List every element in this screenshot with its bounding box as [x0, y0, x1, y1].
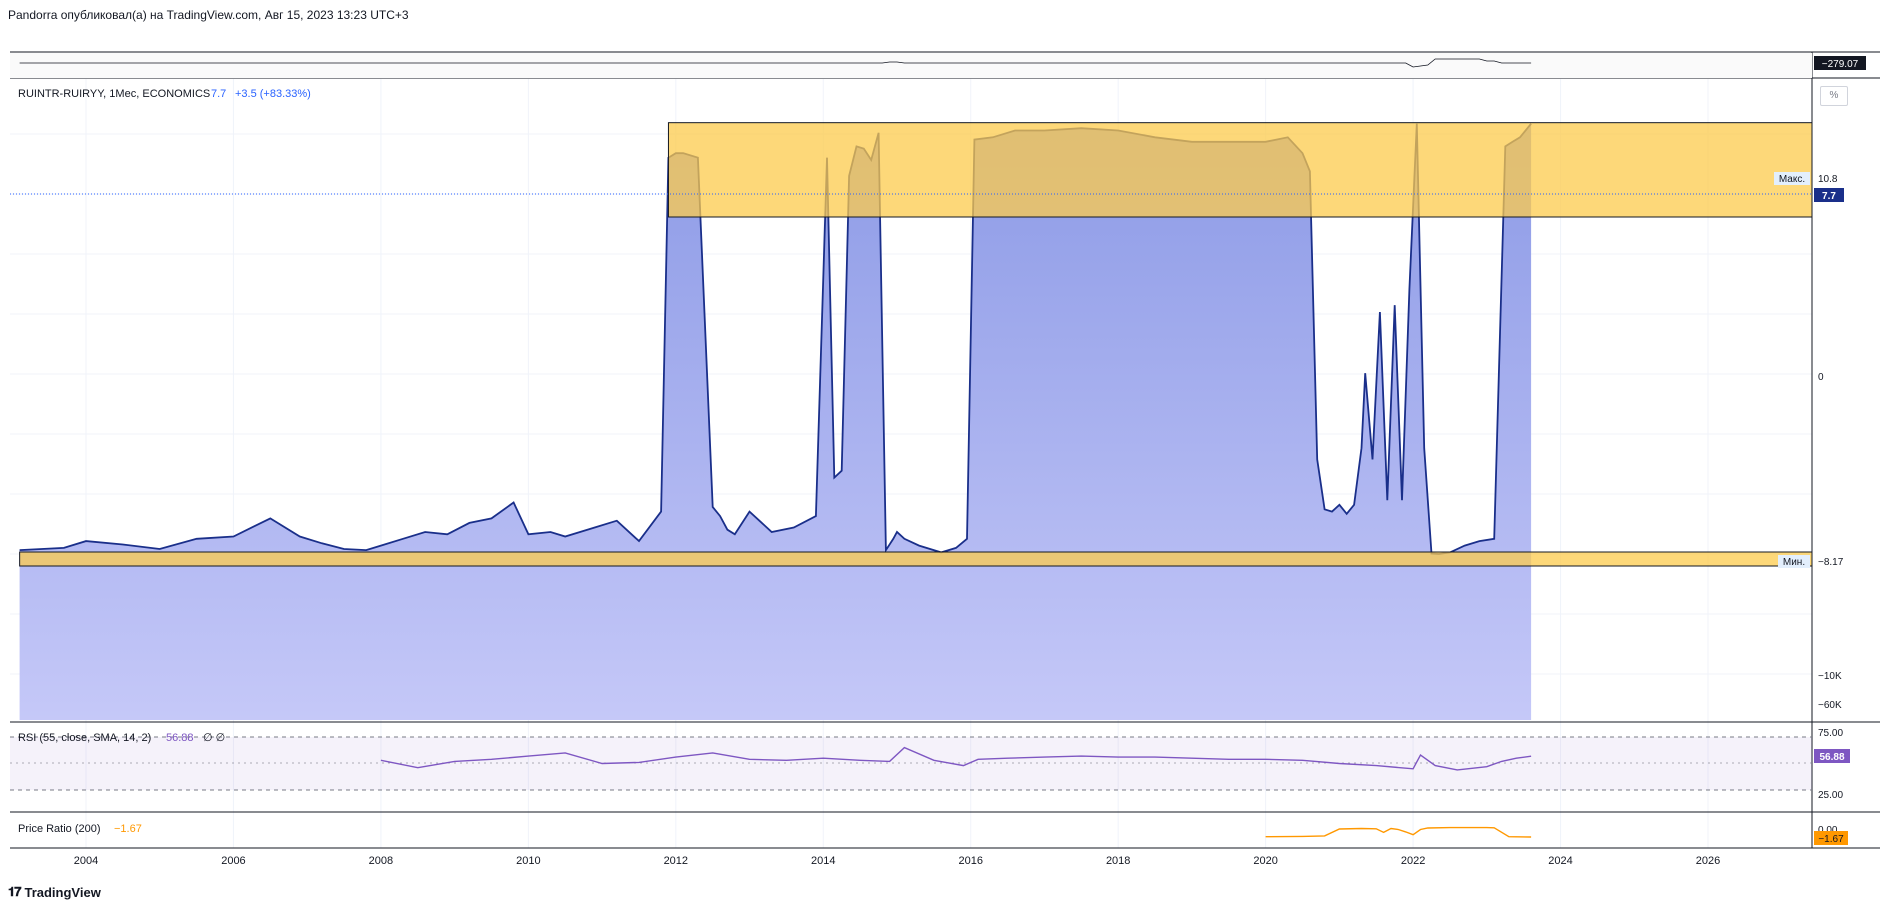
main-last-value: 7.7 — [211, 88, 226, 100]
rsi-axis-label-25: 25.00 — [1818, 790, 1843, 801]
top-pane-value-tag-text: −279.07 — [1822, 59, 1859, 70]
price-ratio-legend-name[interactable]: Price Ratio (200) — [18, 823, 101, 835]
rsi-legend-name[interactable]: RSI (55, close, SMA, 14, 2) — [18, 732, 151, 744]
last-value-tag-text: 7.7 — [1822, 191, 1836, 202]
rsi-legend-extra: ∅ ∅ — [203, 732, 225, 744]
x-tick-label: 2024 — [1548, 855, 1572, 867]
max-value-label: 10.8 — [1818, 174, 1838, 185]
top-pane-background — [10, 53, 1812, 78]
publisher-header: Pandorra опубликовал(а) на TradingView.c… — [8, 8, 409, 22]
main-symbol-legend[interactable]: RUINTR-RUIRYY, 1Мес, ECONOMICS — [18, 88, 210, 100]
main-change-value: +3.5 (+83.33%) — [235, 88, 311, 100]
rsi-axis-label-75: 75.00 — [1818, 728, 1843, 739]
percent-scale-button[interactable]: % — [1820, 86, 1848, 106]
rsi-pane[interactable]: RSI (55, close, SMA, 14, 2) 56.88 ∅ ∅ 75… — [10, 728, 1850, 801]
chart-canvas[interactable]: −279.07 RUINTR-RUIRYY, 1Мес, ECONOMICS 7… — [0, 0, 1891, 911]
tradingview-footer[interactable]: 𝟏𝟕 TradingView — [8, 884, 101, 900]
x-tick-label: 2006 — [221, 855, 245, 867]
y-axis-label-zero: 0 — [1818, 372, 1824, 383]
y-axis-label-minus-60k: −60K — [1818, 700, 1842, 711]
x-tick-label: 2010 — [516, 855, 540, 867]
tradingview-brand: TradingView — [24, 884, 101, 900]
x-tick-label: 2018 — [1106, 855, 1130, 867]
x-tick-label: 2016 — [958, 855, 982, 867]
rsi-legend-value: 56.88 — [166, 732, 194, 744]
x-tick-label: 2020 — [1253, 855, 1277, 867]
x-tick-label: 2026 — [1696, 855, 1720, 867]
price-ratio-legend-value: −1.67 — [114, 823, 142, 835]
x-tick-label: 2022 — [1401, 855, 1425, 867]
x-tick-label: 2012 — [664, 855, 688, 867]
ratio-value-tag-text: −1.67 — [1818, 834, 1844, 845]
main-pane[interactable]: RUINTR-RUIRYY, 1Мес, ECONOMICS 7.7 +3.5 … — [10, 88, 1844, 720]
x-tick-label: 2008 — [369, 855, 393, 867]
price-ratio-line — [1265, 826, 1532, 838]
y-axis-label-minus-10k: −10K — [1818, 671, 1842, 682]
max-min-zones — [19, 122, 1813, 567]
price-ratio-pane[interactable]: Price Ratio (200) −1.67 0.00 −1.67 — [18, 823, 1848, 845]
time-axis[interactable]: 2004 2006 2008 2010 2012 2014 2016 2018 2020 2022… — [74, 855, 1720, 867]
rsi-value-tag-text: 56.88 — [1819, 752, 1844, 763]
min-zone-box[interactable] — [19, 551, 1813, 567]
max-label: Макс. — [1779, 174, 1805, 185]
x-tick-label: 2014 — [811, 855, 835, 867]
min-value-label: −8.17 — [1818, 557, 1844, 568]
max-zone-box[interactable] — [667, 122, 1813, 218]
x-tick-label: 2004 — [74, 855, 98, 867]
min-label: Мин. — [1783, 557, 1805, 568]
tradingview-logo-icon: 𝟏𝟕 — [8, 884, 22, 899]
top-pane[interactable]: −279.07 — [10, 53, 1866, 78]
